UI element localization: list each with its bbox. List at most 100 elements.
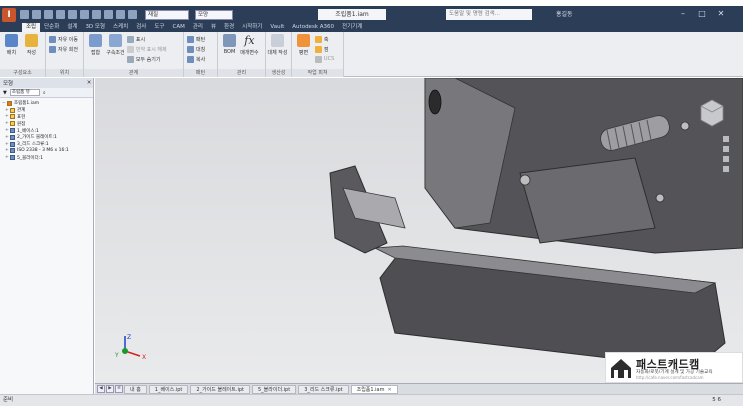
pattern-button[interactable]: 패턴: [187, 34, 205, 44]
plane-button[interactable]: 평면: [295, 34, 312, 56]
tab-list-button[interactable]: ≡: [115, 385, 123, 393]
axis-triad: Z X Y: [114, 334, 146, 361]
browser-tree-item[interactable]: +3_리드 스크류:1: [2, 141, 93, 148]
tab-simplify[interactable]: 단순화: [40, 23, 63, 32]
doc-tab-lead-screw[interactable]: 3_리드 스크류.ipt: [298, 384, 349, 394]
tab-3d-model[interactable]: 3D 모형: [81, 23, 109, 32]
browser-view-select[interactable]: 조립품 뷰: [9, 89, 40, 96]
find-binoculars-icon[interactable]: ⌕: [43, 90, 46, 96]
app-menu-button[interactable]: I: [2, 7, 16, 22]
browser-tree-item[interactable]: − 조립품1.iam: [2, 100, 93, 107]
doc-tab-my-home[interactable]: 내 홈: [124, 384, 147, 394]
update-icon[interactable]: [104, 10, 113, 19]
tab-vault[interactable]: Vault: [266, 23, 288, 32]
material-color-icon[interactable]: [128, 10, 137, 19]
undo-icon[interactable]: [56, 10, 65, 19]
tab-inspect[interactable]: 검사: [132, 23, 150, 32]
copy-button[interactable]: 복사: [187, 54, 205, 64]
user-name[interactable]: 홍길동: [556, 9, 573, 20]
browser-tree-item[interactable]: + 표현: [2, 114, 93, 121]
axis-label-z: Z: [127, 334, 131, 341]
help-search-input[interactable]: 도움말 및 명령 검색...: [446, 9, 532, 20]
browser-toolbar: ▼ 조립품 뷰 ⌕: [0, 88, 93, 98]
material-select[interactable]: 재질: [145, 9, 189, 20]
part-icon: [10, 134, 15, 140]
tab-get-started[interactable]: 시작하기: [238, 23, 266, 32]
browser-tree-item[interactable]: + 관계: [2, 107, 93, 114]
show-button[interactable]: 표시: [126, 34, 167, 44]
print-icon[interactable]: [92, 10, 101, 19]
bom-button[interactable]: BOM: [221, 34, 238, 55]
tab-design[interactable]: 설계: [63, 23, 81, 32]
ribbon-empty-area: [344, 32, 743, 76]
create-button[interactable]: 작성: [23, 34, 40, 56]
axis-button[interactable]: 축: [314, 34, 334, 44]
browser-tree-item[interactable]: +1_베이스:1: [2, 127, 93, 134]
joint-icon: [89, 34, 102, 47]
doc-tab-label: 내 홈: [130, 386, 141, 393]
browser-tree-item[interactable]: +5_블라이더:1: [2, 154, 93, 161]
maximize-button[interactable]: □: [694, 7, 710, 21]
panel-productivity: 대체 작성 생산성: [266, 32, 292, 77]
tab-manage[interactable]: 관리: [189, 23, 207, 32]
tab-electromechanical[interactable]: 전기기계: [338, 23, 366, 32]
joint-button[interactable]: 접합: [87, 34, 104, 56]
tab-prev-button[interactable]: ◀: [97, 385, 105, 393]
ucs-button[interactable]: UCS: [314, 54, 334, 64]
tab-view[interactable]: 뷰: [207, 23, 220, 32]
pan-icon[interactable]: [723, 136, 729, 142]
hide-all-button[interactable]: 모두 숨기기: [126, 54, 167, 64]
tab-next-button[interactable]: ▶: [106, 385, 114, 393]
browser-tree-item[interactable]: +2_가이드 블레이트:1: [2, 134, 93, 141]
redo-icon[interactable]: [68, 10, 77, 19]
viewcube-icon[interactable]: [699, 98, 725, 128]
tab-cam[interactable]: CAM: [168, 23, 188, 32]
zoom-icon[interactable]: [723, 146, 729, 152]
ucs-icon: [314, 55, 322, 63]
quick-access-toolbar: [20, 10, 137, 19]
doc-tab-base[interactable]: 1_베이스.ipt: [148, 384, 189, 394]
model-slider-block: [519, 157, 656, 244]
new-file-icon[interactable]: [20, 10, 29, 19]
tab-assemble[interactable]: 조립: [22, 23, 41, 32]
letterbox-bottom: [0, 406, 743, 418]
free-rotate-button[interactable]: 자유 회전: [49, 44, 78, 54]
tab-tools[interactable]: 도구: [150, 23, 168, 32]
parameters-button[interactable]: fx 매개변수: [240, 34, 259, 56]
doc-tab-slider[interactable]: 5_블라이더.ipt: [252, 384, 297, 394]
appearance-select[interactable]: 모양: [195, 9, 233, 20]
place-button[interactable]: 배치: [3, 34, 20, 56]
browser-tree-item[interactable]: + ISO 2338 - 3 M6 x 16:1: [2, 148, 93, 155]
axis-label: 축: [323, 36, 329, 43]
orbit-icon[interactable]: [723, 156, 729, 162]
save-icon[interactable]: [44, 10, 53, 19]
close-button[interactable]: ✕: [713, 7, 729, 21]
panel-work-features: 평면 축 점 UCS 작업 피쳐: [292, 32, 344, 77]
filter-icon[interactable]: ▼: [3, 90, 7, 96]
doc-tab-assembly[interactable]: 조립품1.iam ✕: [350, 384, 398, 394]
tab-environments[interactable]: 환경: [220, 23, 238, 32]
model-browser: 모형 ✕ ▼ 조립품 뷰 ⌕ − 조립품1.iam + 관계 + 표현 + 원점 +1_베이스:…: [0, 78, 94, 394]
show-sick-button[interactable]: 빈약 표시 해제: [126, 44, 167, 54]
assembly-model-view[interactable]: Z X Y: [95, 78, 743, 383]
doc-tab-close-icon[interactable]: ✕: [388, 387, 392, 393]
tab-sketch[interactable]: 스케치: [109, 23, 132, 32]
replace-button[interactable]: 대체 작성: [268, 34, 288, 56]
tab-a360[interactable]: Autodesk A360: [288, 23, 338, 32]
browser-tree-item[interactable]: + 원점: [2, 120, 93, 127]
constrain-button[interactable]: 구속조건: [106, 34, 125, 56]
doc-tab-guide-plate[interactable]: 2_가이드 블레이트.ipt: [190, 384, 250, 394]
minimize-button[interactable]: –: [675, 7, 691, 21]
look-at-icon[interactable]: [723, 166, 729, 172]
open-folder-icon[interactable]: [32, 10, 41, 19]
browser-close-icon[interactable]: ✕: [85, 80, 93, 86]
point-button[interactable]: 점: [314, 44, 334, 54]
folder-icon: [10, 114, 15, 120]
panel-relationships: 접합 구속조건 표시 빈약 표시 해제 모두 숨기기 관계: [84, 32, 184, 77]
mirror-button[interactable]: 대칭: [187, 44, 205, 54]
select-icon[interactable]: [116, 10, 125, 19]
home-icon[interactable]: [80, 10, 89, 19]
free-move-button[interactable]: 자유 이동: [49, 34, 78, 44]
graphics-window[interactable]: Z X Y: [95, 78, 743, 383]
pattern-icon: [187, 35, 194, 43]
